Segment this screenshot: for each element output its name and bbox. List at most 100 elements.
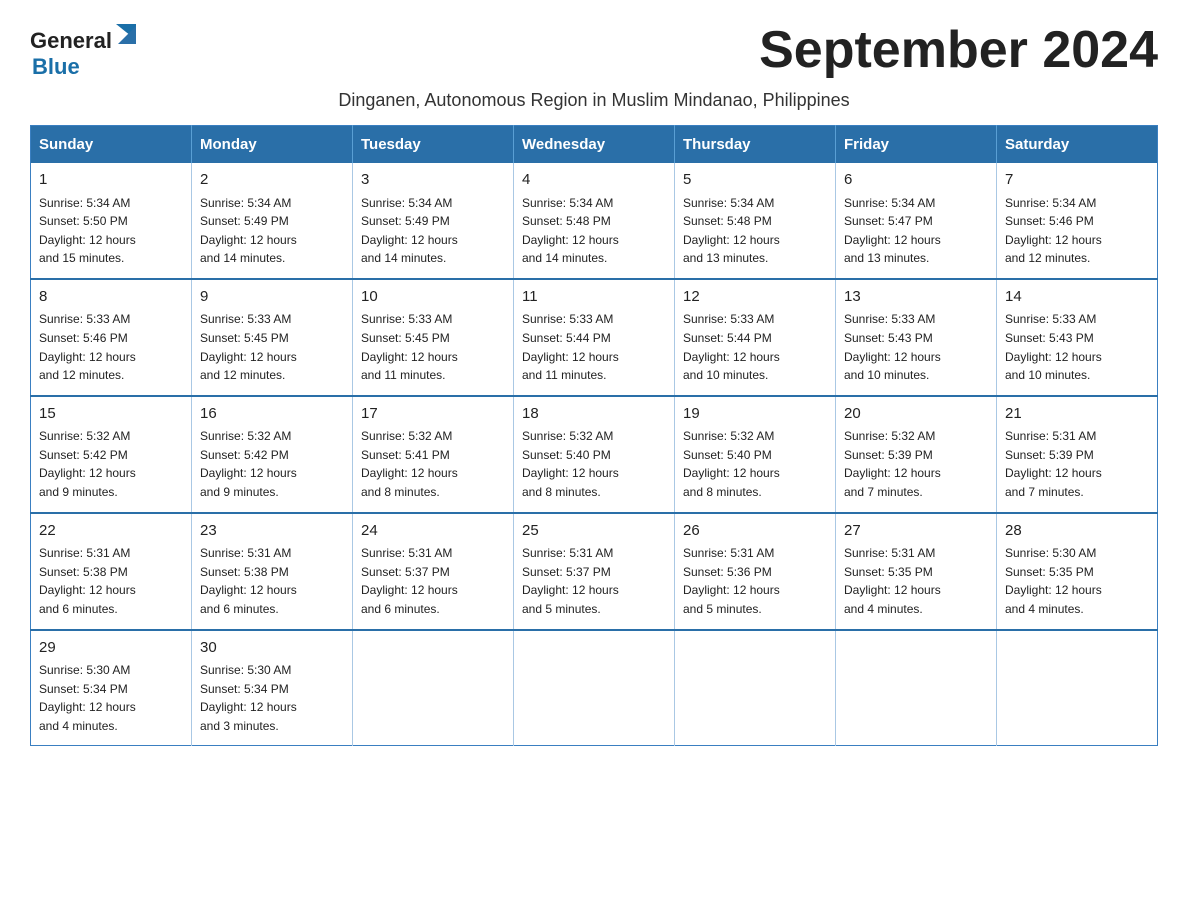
day-info: Sunrise: 5:32 AMSunset: 5:42 PMDaylight:… [200, 427, 344, 501]
day-number: 30 [200, 637, 344, 660]
calendar-cell: 10Sunrise: 5:33 AMSunset: 5:45 PMDayligh… [353, 279, 514, 396]
week-row-2: 8Sunrise: 5:33 AMSunset: 5:46 PMDaylight… [31, 279, 1158, 396]
day-info: Sunrise: 5:34 AMSunset: 5:49 PMDaylight:… [361, 194, 505, 268]
month-title: September 2024 [759, 20, 1158, 80]
day-info: Sunrise: 5:34 AMSunset: 5:48 PMDaylight:… [522, 194, 666, 268]
day-info: Sunrise: 5:31 AMSunset: 5:37 PMDaylight:… [361, 544, 505, 618]
day-info: Sunrise: 5:31 AMSunset: 5:38 PMDaylight:… [200, 544, 344, 618]
calendar-cell: 13Sunrise: 5:33 AMSunset: 5:43 PMDayligh… [836, 279, 997, 396]
day-number: 21 [1005, 403, 1149, 426]
calendar-cell [675, 630, 836, 746]
logo-triangle-icon [112, 20, 140, 48]
day-number: 7 [1005, 169, 1149, 192]
calendar-cell: 15Sunrise: 5:32 AMSunset: 5:42 PMDayligh… [31, 396, 192, 513]
day-number: 22 [39, 520, 183, 543]
day-number: 11 [522, 286, 666, 309]
day-info: Sunrise: 5:31 AMSunset: 5:37 PMDaylight:… [522, 544, 666, 618]
col-header-tuesday: Tuesday [353, 126, 514, 164]
week-row-4: 22 Sunrise: 5:31 AMSunset: 5:38 PMDayligh… [31, 513, 1158, 630]
day-info: Sunrise: 5:32 AMSunset: 5:42 PMDaylight:… [39, 427, 183, 501]
calendar-cell: 5Sunrise: 5:34 AMSunset: 5:48 PMDaylight… [675, 163, 836, 279]
calendar-cell: 7Sunrise: 5:34 AMSunset: 5:46 PMDaylight… [997, 163, 1158, 279]
calendar-cell: 2Sunrise: 5:34 AMSunset: 5:49 PMDaylight… [192, 163, 353, 279]
day-number: 19 [683, 403, 827, 426]
day-number: 5 [683, 169, 827, 192]
day-info: Sunrise: 5:30 AMSunset: 5:34 PMDaylight:… [200, 661, 344, 735]
day-info: Sunrise: 5:30 AMSunset: 5:34 PMDaylight:… [39, 661, 183, 735]
calendar-cell [997, 630, 1158, 746]
day-number: 16 [200, 403, 344, 426]
day-number: 1 [39, 169, 183, 192]
day-number: 4 [522, 169, 666, 192]
day-number: 20 [844, 403, 988, 426]
day-info: Sunrise: 5:31 AMSunset: 5:39 PMDaylight:… [1005, 427, 1149, 501]
calendar-cell: 19Sunrise: 5:32 AMSunset: 5:40 PMDayligh… [675, 396, 836, 513]
calendar-header-row: SundayMondayTuesdayWednesdayThursdayFrid… [31, 126, 1158, 164]
day-number: 3 [361, 169, 505, 192]
day-number: 18 [522, 403, 666, 426]
col-header-friday: Friday [836, 126, 997, 164]
day-number: 12 [683, 286, 827, 309]
calendar-cell: 22Sunrise: 5:31 AMSunset: 5:38 PMDayligh… [31, 513, 192, 630]
col-header-thursday: Thursday [675, 126, 836, 164]
page-header: General Blue September 2024 [30, 20, 1158, 80]
day-info: Sunrise: 5:32 AMSunset: 5:40 PMDaylight:… [522, 427, 666, 501]
day-info: Sunrise: 5:32 AMSunset: 5:41 PMDaylight:… [361, 427, 505, 501]
day-info: Sunrise: 5:34 AMSunset: 5:46 PMDaylight:… [1005, 194, 1149, 268]
calendar-cell: 3Sunrise: 5:34 AMSunset: 5:49 PMDaylight… [353, 163, 514, 279]
calendar-cell: 8Sunrise: 5:33 AMSunset: 5:46 PMDaylight… [31, 279, 192, 396]
day-number: 15 [39, 403, 183, 426]
day-info: Sunrise: 5:30 AMSunset: 5:35 PMDaylight:… [1005, 544, 1149, 618]
day-info: Sunrise: 5:33 AMSunset: 5:44 PMDaylight:… [683, 310, 827, 384]
logo-wordmark: General Blue [30, 20, 140, 80]
location-subtitle: Dinganen, Autonomous Region in Muslim Mi… [30, 90, 1158, 111]
calendar-cell: 21Sunrise: 5:31 AMSunset: 5:39 PMDayligh… [997, 396, 1158, 513]
day-number: 29 [39, 637, 183, 660]
calendar-cell: 9Sunrise: 5:33 AMSunset: 5:45 PMDaylight… [192, 279, 353, 396]
calendar-cell: 16Sunrise: 5:32 AMSunset: 5:42 PMDayligh… [192, 396, 353, 513]
day-number: 26 [683, 520, 827, 543]
logo: General Blue [30, 20, 140, 80]
col-header-monday: Monday [192, 126, 353, 164]
day-number: 17 [361, 403, 505, 426]
day-info: Sunrise: 5:34 AMSunset: 5:50 PMDaylight:… [39, 194, 183, 268]
col-header-sunday: Sunday [31, 126, 192, 164]
day-number: 24 [361, 520, 505, 543]
day-info: Sunrise: 5:33 AMSunset: 5:45 PMDaylight:… [200, 310, 344, 384]
day-number: 23 [200, 520, 344, 543]
calendar-cell: 17Sunrise: 5:32 AMSunset: 5:41 PMDayligh… [353, 396, 514, 513]
calendar-cell: 14Sunrise: 5:33 AMSunset: 5:43 PMDayligh… [997, 279, 1158, 396]
calendar-cell: 25Sunrise: 5:31 AMSunset: 5:37 PMDayligh… [514, 513, 675, 630]
col-header-saturday: Saturday [997, 126, 1158, 164]
week-row-3: 15Sunrise: 5:32 AMSunset: 5:42 PMDayligh… [31, 396, 1158, 513]
day-info: Sunrise: 5:31 AMSunset: 5:36 PMDaylight:… [683, 544, 827, 618]
calendar-cell: 1Sunrise: 5:34 AMSunset: 5:50 PMDaylight… [31, 163, 192, 279]
week-row-1: 1Sunrise: 5:34 AMSunset: 5:50 PMDaylight… [31, 163, 1158, 279]
calendar-cell [353, 630, 514, 746]
day-info: Sunrise: 5:34 AMSunset: 5:49 PMDaylight:… [200, 194, 344, 268]
calendar-cell [836, 630, 997, 746]
day-number: 9 [200, 286, 344, 309]
day-info: Sunrise: 5:33 AMSunset: 5:44 PMDaylight:… [522, 310, 666, 384]
day-number: 27 [844, 520, 988, 543]
calendar-cell: 23Sunrise: 5:31 AMSunset: 5:38 PMDayligh… [192, 513, 353, 630]
calendar-cell [514, 630, 675, 746]
calendar-cell: 4Sunrise: 5:34 AMSunset: 5:48 PMDaylight… [514, 163, 675, 279]
day-info: Sunrise: 5:32 AMSunset: 5:39 PMDaylight:… [844, 427, 988, 501]
calendar-cell: 12Sunrise: 5:33 AMSunset: 5:44 PMDayligh… [675, 279, 836, 396]
day-info: Sunrise: 5:33 AMSunset: 5:43 PMDaylight:… [1005, 310, 1149, 384]
day-info: Sunrise: 5:34 AMSunset: 5:47 PMDaylight:… [844, 194, 988, 268]
col-header-wednesday: Wednesday [514, 126, 675, 164]
logo-text-general: General [30, 28, 112, 53]
calendar-cell: 24Sunrise: 5:31 AMSunset: 5:37 PMDayligh… [353, 513, 514, 630]
calendar-cell: 30Sunrise: 5:30 AMSunset: 5:34 PMDayligh… [192, 630, 353, 746]
day-number: 28 [1005, 520, 1149, 543]
calendar-cell: 29Sunrise: 5:30 AMSunset: 5:34 PMDayligh… [31, 630, 192, 746]
calendar-cell: 18Sunrise: 5:32 AMSunset: 5:40 PMDayligh… [514, 396, 675, 513]
day-number: 25 [522, 520, 666, 543]
day-number: 14 [1005, 286, 1149, 309]
calendar-cell: 27Sunrise: 5:31 AMSunset: 5:35 PMDayligh… [836, 513, 997, 630]
day-number: 2 [200, 169, 344, 192]
calendar-cell: 20Sunrise: 5:32 AMSunset: 5:39 PMDayligh… [836, 396, 997, 513]
day-number: 10 [361, 286, 505, 309]
